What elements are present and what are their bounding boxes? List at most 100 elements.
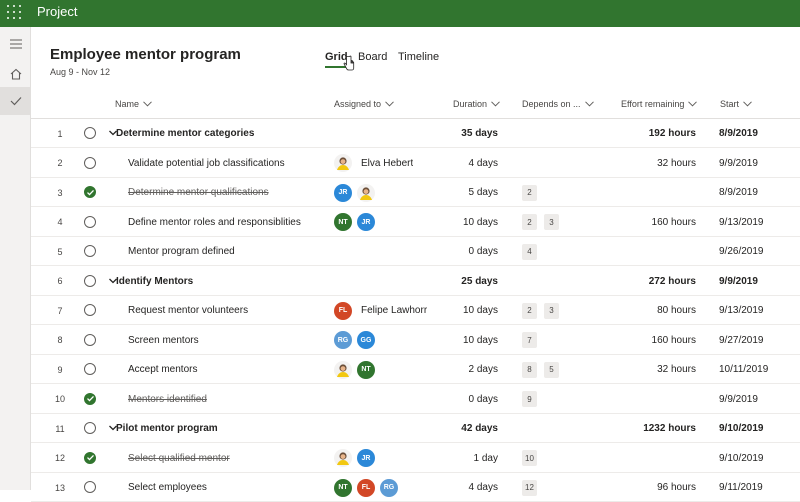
effort-remaining[interactable]: 80 hours [657,296,696,325]
duration-value[interactable]: 0 days [469,385,498,414]
complete-task-toggle[interactable] [84,363,96,375]
task-name[interactable]: Screen mentors [128,326,199,355]
duration-value[interactable]: 1 day [474,444,498,473]
depends-on[interactable]: 85 [522,355,559,384]
depends-on[interactable]: 23 [522,296,559,325]
completed-checkmark-icon[interactable] [84,392,96,405]
task-name[interactable]: Determine mentor categories [116,119,254,148]
complete-task-toggle[interactable] [84,333,96,346]
table-row[interactable]: 4 Define mentor roles and responsiblities… [31,208,800,237]
app-launcher-icon[interactable] [6,4,22,20]
depends-on[interactable]: 10 [522,444,537,473]
table-row[interactable]: 11 Pilot mentor program 42 days 1232 hours 9… [31,414,800,443]
tab-timeline[interactable]: Timeline [398,50,439,64]
dependency-chip[interactable]: 2 [522,184,537,201]
effort-remaining[interactable]: 32 hours [657,149,696,178]
task-name[interactable]: Determine mentor qualifications [128,178,269,207]
effort-remaining[interactable]: 160 hours [652,326,696,355]
start-date[interactable]: 9/11/2019 [719,473,763,502]
table-row[interactable]: 8 Screen mentors RG GG 10 days 7 160 hours 9/27… [31,326,800,355]
assigned-to[interactable]: NT JR [334,208,375,237]
effort-remaining[interactable]: 160 hours [652,208,696,237]
tasks-button[interactable] [0,87,31,115]
depends-on[interactable]: 12 [522,473,537,502]
depends-on[interactable]: 4 [522,237,537,266]
table-row[interactable]: 1 Determine mentor categories 35 days 192 h… [31,119,800,148]
start-date[interactable]: 9/26/2019 [719,237,764,266]
complete-task-toggle[interactable] [84,127,96,139]
table-row[interactable]: 3 Determine mentor qualifications JR 5 days… [31,178,800,207]
table-row[interactable]: 6 Identify Mentors 25 days 272 hours 9/9/201… [31,267,800,296]
duration-value[interactable]: 4 days [469,149,498,178]
start-date[interactable]: 9/10/2019 [719,414,764,443]
duration-value[interactable]: 10 days [463,208,498,237]
duration-value[interactable]: 10 days [463,296,498,325]
effort-remaining[interactable]: 192 hours [649,119,696,148]
task-name[interactable]: Define mentor roles and responsiblities [128,208,301,237]
duration-value[interactable]: 2 days [469,355,498,384]
column-header-effort[interactable]: Effort remaining [621,98,698,110]
table-row[interactable]: 10 Mentors identified 0 days 9 9/9/2019 [31,385,800,414]
dependency-chip[interactable]: 5 [544,361,559,378]
dependency-chip[interactable]: 2 [522,214,537,230]
table-row[interactable]: 2 Validate potential job classifications E… [31,149,800,178]
duration-value[interactable]: 42 days [461,414,498,443]
duration-value[interactable]: 4 days [469,473,498,502]
dependency-chip[interactable]: 8 [522,361,537,378]
home-button[interactable] [0,60,31,88]
task-name[interactable]: Select qualified mentor [128,444,230,473]
assigned-to[interactable]: NT [334,355,375,384]
start-date[interactable]: 10/11/2019 [719,355,768,384]
start-date[interactable]: 9/10/2019 [719,444,764,473]
duration-value[interactable]: 0 days [469,237,498,266]
task-name[interactable]: Accept mentors [128,355,197,384]
depends-on[interactable]: 23 [522,208,559,237]
effort-remaining[interactable]: 96 hours [657,473,696,502]
dependency-chip[interactable]: 9 [522,391,537,407]
table-row[interactable]: 9 Accept mentors NT 2 days 8 5 32 hours 10/11/2… [31,355,800,384]
start-date[interactable]: 9/13/2019 [719,208,764,237]
effort-remaining[interactable]: 32 hours [657,355,696,384]
duration-value[interactable]: 35 days [461,119,498,148]
hamburger-menu-button[interactable] [0,30,31,58]
task-name[interactable]: Pilot mentor program [116,414,218,443]
depends-on[interactable]: 2 [522,178,537,207]
task-name[interactable]: Identify Mentors [116,267,193,296]
column-header-start[interactable]: Start [720,98,752,110]
effort-remaining[interactable]: 272 hours [649,267,696,296]
dependency-chip[interactable]: 2 [522,302,537,319]
dependency-chip[interactable]: 3 [544,302,559,319]
start-date[interactable]: 8/9/2019 [719,119,758,148]
assigned-to[interactable]: JR [334,178,375,207]
completed-checkmark-icon[interactable] [84,186,96,198]
complete-task-toggle[interactable] [84,481,96,493]
table-row[interactable]: 5 Mentor program defined 0 days 4 9/26/2019 [31,237,800,266]
task-name[interactable]: Mentors identified [128,385,207,414]
start-date[interactable]: 9/27/2019 [719,326,764,355]
table-row[interactable]: 12 Select qualified mentor JR 1 day 10 9/10/2… [31,444,800,473]
assigned-to[interactable]: Elva Hebert [334,149,413,178]
task-name[interactable]: Mentor program defined [128,237,235,266]
task-name[interactable]: Request mentor volunteers [128,296,248,325]
depends-on[interactable]: 7 [522,326,537,355]
duration-value[interactable]: 10 days [463,326,498,355]
duration-value[interactable]: 5 days [469,178,498,207]
dependency-chip[interactable]: 3 [544,214,559,230]
column-header-name[interactable]: Name [115,98,152,110]
tab-board[interactable]: Board [358,50,387,64]
complete-task-toggle[interactable] [84,422,96,434]
task-name[interactable]: Select employees [128,473,207,502]
assigned-to[interactable]: RG GG [334,326,375,355]
start-date[interactable]: 9/9/2019 [719,385,758,414]
complete-task-toggle[interactable] [84,215,96,228]
completed-checkmark-icon[interactable] [84,451,96,464]
assigned-to[interactable]: FL Felipe Lawhorr [334,296,427,325]
depends-on[interactable]: 9 [522,385,537,414]
complete-task-toggle[interactable] [84,245,96,257]
assigned-to[interactable]: NT FL RG [334,473,398,502]
start-date[interactable]: 9/9/2019 [719,267,758,296]
dependency-chip[interactable]: 7 [522,332,537,348]
start-date[interactable]: 9/9/2019 [719,149,758,178]
dependency-chip[interactable]: 4 [522,243,537,260]
start-date[interactable]: 9/13/2019 [719,296,764,325]
